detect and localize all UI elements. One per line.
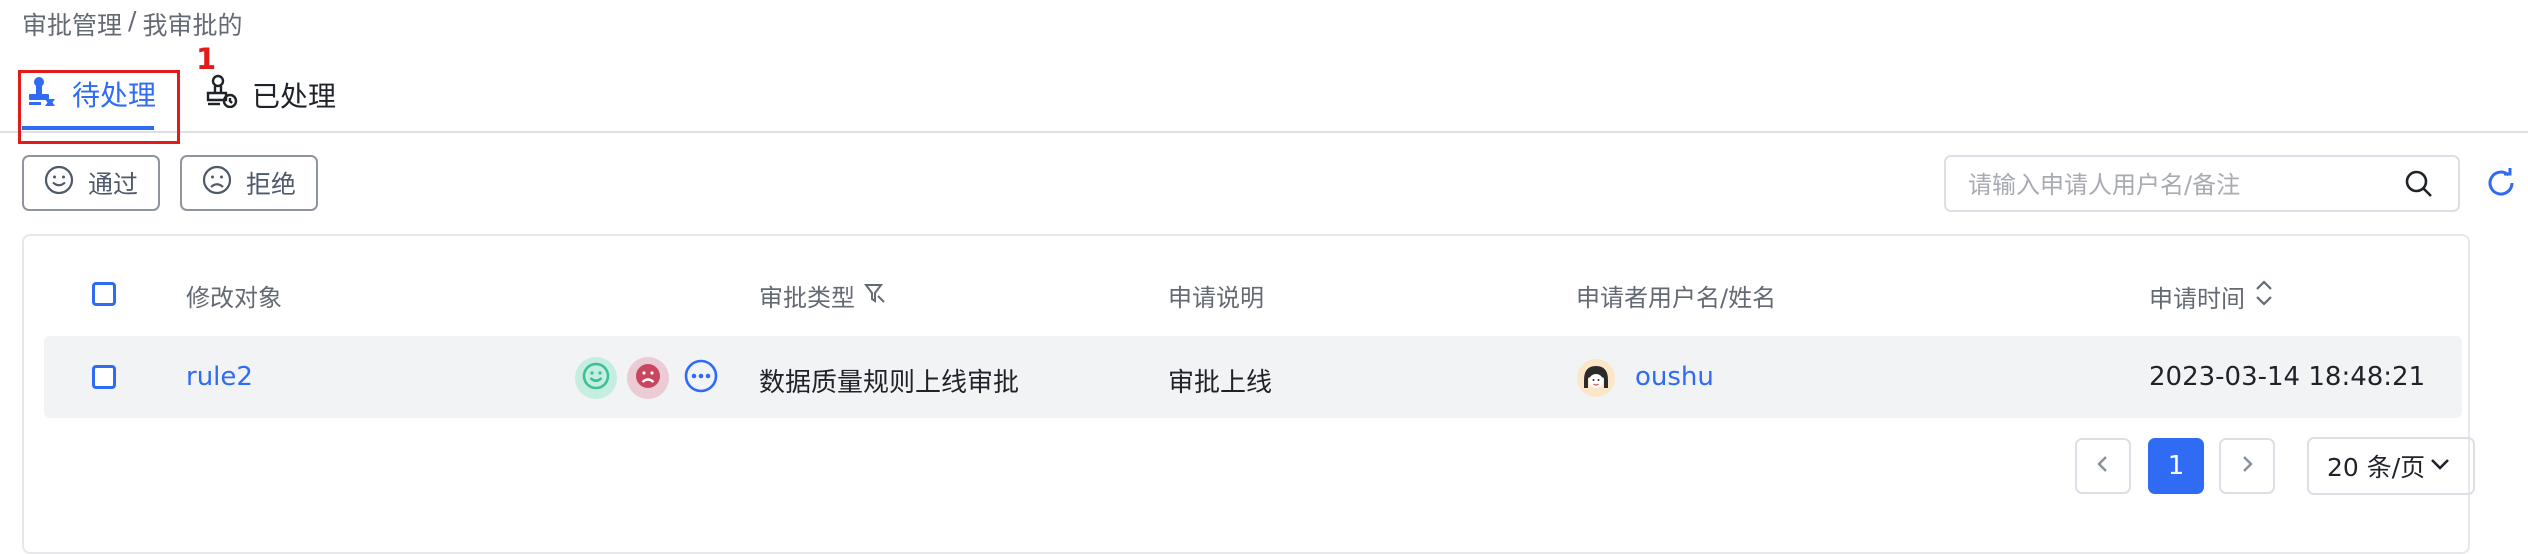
more-actions-button[interactable] — [680, 357, 722, 399]
prev-page-button[interactable] — [2075, 438, 2131, 494]
sort-icon[interactable] — [2253, 278, 2275, 314]
column-header-target: 修改对象 — [186, 284, 282, 312]
row-apply-time: 2023-03-14 18:48:21 — [2149, 362, 2426, 392]
more-dots-icon — [683, 358, 719, 398]
reject-button[interactable]: 拒绝 — [180, 155, 318, 211]
row-applicant-link[interactable]: oushu — [1635, 362, 1714, 392]
annotation-box-tabs — [18, 70, 180, 144]
page-number-current[interactable]: 1 — [2148, 438, 2204, 494]
search-input[interactable] — [1966, 157, 2390, 212]
select-all-checkbox[interactable] — [92, 282, 116, 306]
frown-icon — [202, 165, 232, 201]
refresh-icon[interactable] — [2484, 166, 2518, 204]
page-size-select[interactable]: 20 条/页 — [2307, 437, 2475, 495]
approve-button[interactable]: 通过 — [22, 155, 160, 211]
smile-icon — [44, 165, 74, 201]
row-target-link[interactable]: rule2 — [186, 362, 253, 392]
smile-icon — [581, 361, 611, 395]
chevron-right-icon — [2237, 454, 2257, 478]
column-header-description: 申请说明 — [1168, 284, 1264, 312]
frown-icon — [633, 361, 663, 395]
search-icon[interactable] — [2404, 169, 2434, 203]
avatar — [1576, 358, 1616, 402]
approve-row-button[interactable] — [575, 357, 617, 399]
row-checkbox[interactable] — [92, 365, 116, 389]
column-header-applicant: 申请者用户名/姓名 — [1576, 284, 1777, 312]
column-header-type: 审批类型 — [759, 278, 887, 313]
breadcrumb: 审批管理 / 我审批的 — [22, 6, 242, 42]
tab-processed-label: 已处理 — [252, 79, 337, 113]
breadcrumb-current: 我审批的 — [142, 11, 243, 40]
tabs-divider — [0, 131, 2528, 133]
annotation-number-1: 1 — [196, 42, 217, 76]
reject-button-label: 拒绝 — [245, 170, 296, 199]
processed-stamp-icon — [204, 74, 238, 115]
chevron-down-icon — [2429, 452, 2451, 481]
row-description: 审批上线 — [1168, 368, 1273, 398]
page-size-label: 20 条/页 — [2327, 453, 2426, 482]
breadcrumb-separator: / — [128, 6, 137, 35]
chevron-left-icon — [2093, 454, 2113, 478]
column-header-time[interactable]: 申请时间 — [2149, 278, 2275, 314]
approve-button-label: 通过 — [87, 170, 138, 199]
row-approval-type: 数据质量规则上线审批 — [759, 368, 1020, 398]
breadcrumb-parent[interactable]: 审批管理 — [22, 6, 122, 42]
tab-processed[interactable]: 已处理 — [204, 74, 336, 115]
next-page-button[interactable] — [2219, 438, 2275, 494]
reject-row-button[interactable] — [627, 357, 669, 399]
search-box — [1944, 155, 2460, 212]
filter-icon[interactable] — [863, 281, 887, 311]
